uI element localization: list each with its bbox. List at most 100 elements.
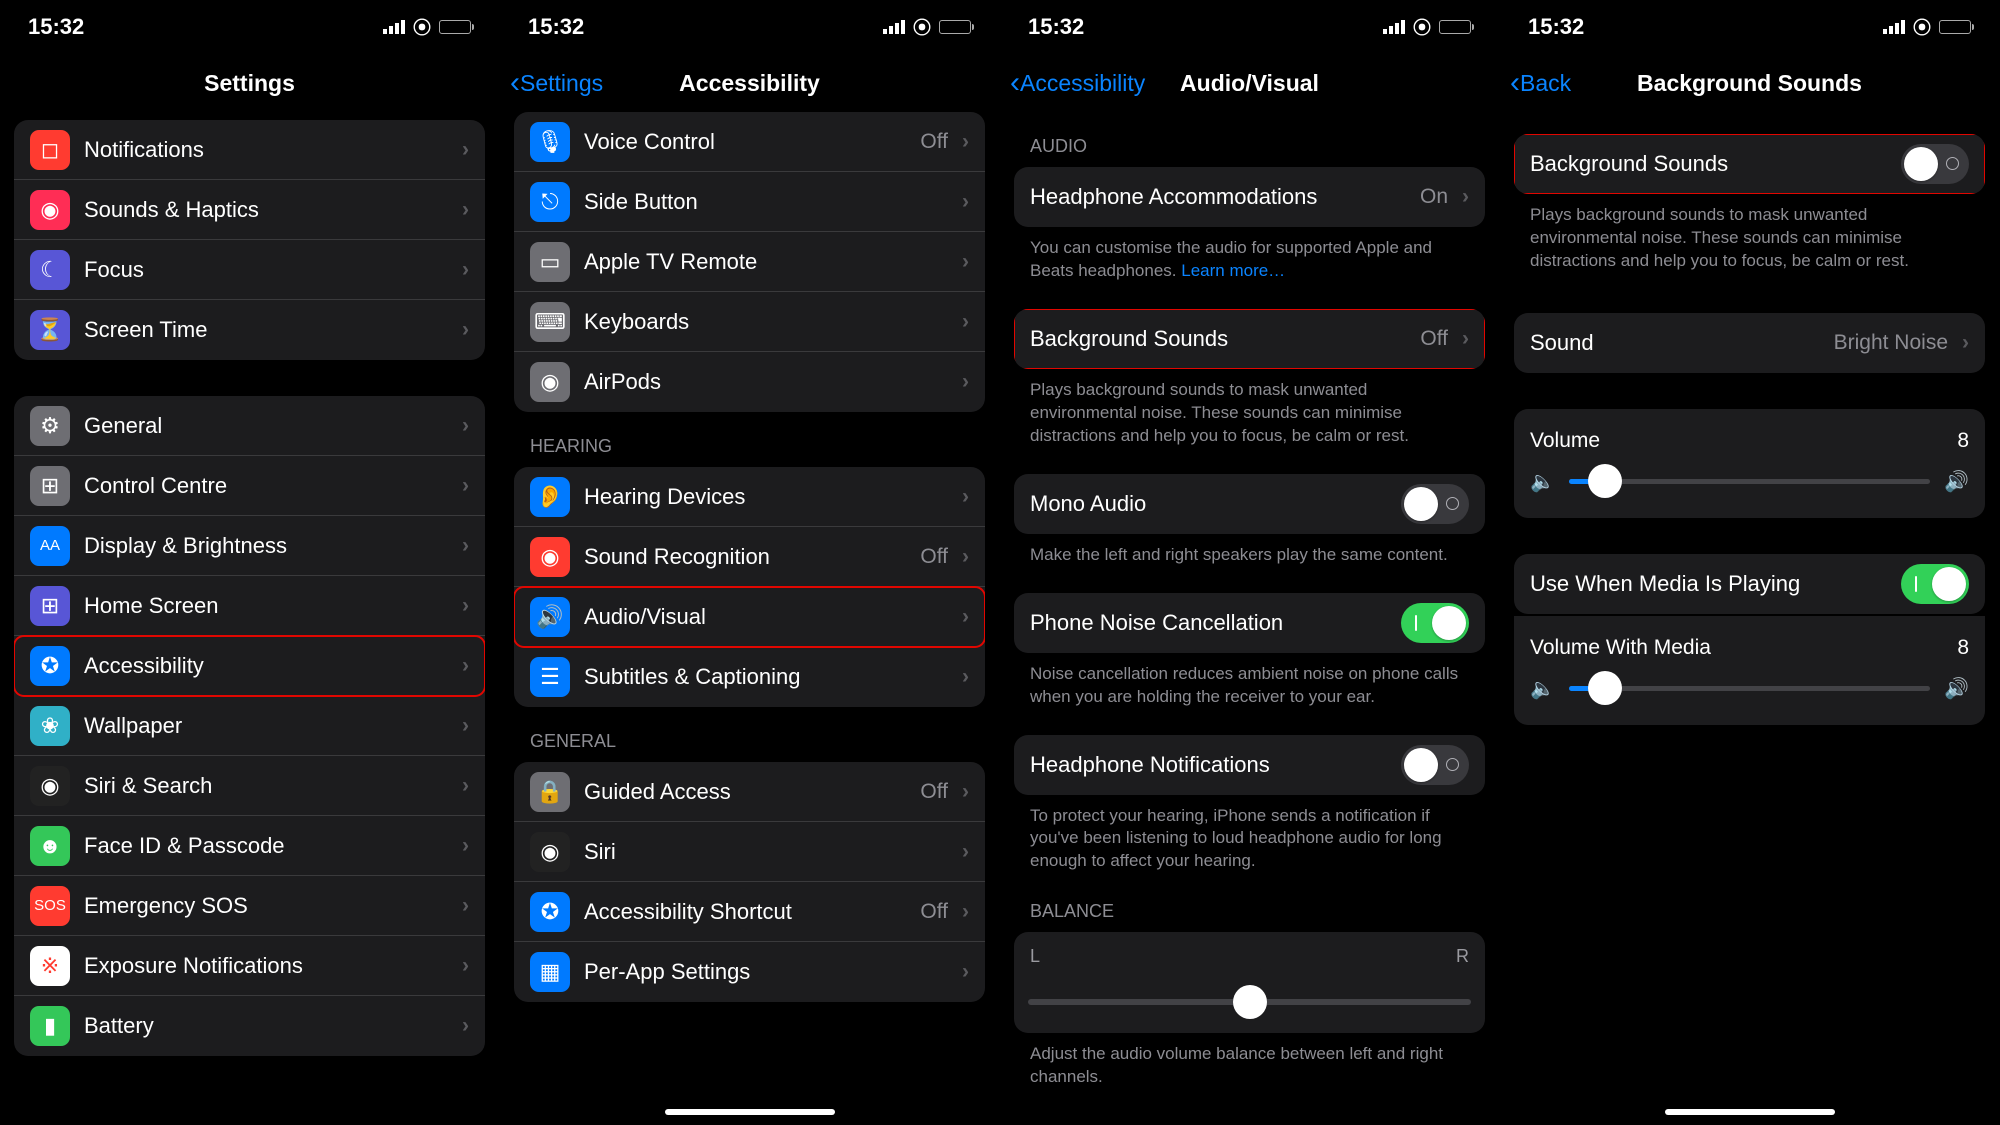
chevron-right-icon: › (962, 665, 969, 689)
status-bar: 15:32 ⦿ (0, 0, 499, 54)
battery-icon: ▮ (30, 1006, 70, 1046)
balance-slider[interactable] (1028, 999, 1471, 1005)
row-emergency-sos[interactable]: SOSEmergency SOS› (14, 876, 485, 936)
row-label: Phone Noise Cancellation (1030, 610, 1387, 636)
back-button[interactable]: ‹Back (1510, 54, 1571, 112)
screen-background-sounds: 15:32 ⦿ ‹Back Background Sounds Backgrou… (1500, 0, 2000, 1125)
row-headphone-notifications[interactable]: Headphone Notifications (1014, 735, 1485, 795)
row-screen-time[interactable]: ⏳Screen Time› (14, 300, 485, 360)
row-battery[interactable]: ▮ Battery › (14, 996, 485, 1056)
row-label: Accessibility Shortcut (584, 899, 906, 925)
row-background-sounds-toggle[interactable]: Background Sounds (1514, 134, 1985, 194)
row-per-app[interactable]: ▦Per-App Settings› (514, 942, 985, 1002)
home-indicator[interactable] (665, 1109, 835, 1115)
chevron-right-icon: › (962, 605, 969, 629)
volume-media-slider[interactable] (1569, 686, 1930, 691)
toggle-use-when-media[interactable] (1901, 564, 1969, 604)
learn-more-link[interactable]: Learn more… (1181, 261, 1285, 280)
row-sound[interactable]: Sound Bright Noise › (1514, 313, 1985, 373)
row-label: Sounds & Haptics (84, 197, 448, 223)
row-general[interactable]: ⚙General› (14, 396, 485, 456)
toggle-background-sounds[interactable] (1901, 144, 1969, 184)
row-control-centre[interactable]: ⊞Control Centre› (14, 456, 485, 516)
row-subtitles[interactable]: ☰ Subtitles & Captioning › (514, 647, 985, 707)
row-voice-control[interactable]: 🎙Voice ControlOff› (514, 112, 985, 172)
row-siri[interactable]: ◉Siri› (514, 822, 985, 882)
back-button[interactable]: ‹Accessibility (1010, 54, 1145, 112)
row-accessibility[interactable]: ✪Accessibility› (14, 636, 485, 696)
shortcut-icon: ✪ (530, 892, 570, 932)
row-phone-noise-cancellation[interactable]: Phone Noise Cancellation (1014, 593, 1485, 653)
notifications-icon: ◻ (30, 130, 70, 170)
subtitles-icon: ☰ (530, 657, 570, 697)
row-siri-search[interactable]: ◉Siri & Search› (14, 756, 485, 816)
back-button[interactable]: ‹Settings (510, 54, 603, 112)
per-app-icon: ▦ (530, 952, 570, 992)
row-label: Guided Access (584, 779, 906, 805)
row-apple-tv-remote[interactable]: ▭Apple TV Remote› (514, 232, 985, 292)
row-airpods[interactable]: ◉AirPods› (514, 352, 985, 412)
chevron-right-icon: › (462, 1014, 469, 1038)
row-shortcut[interactable]: ✪Accessibility ShortcutOff› (514, 882, 985, 942)
chevron-right-icon: › (962, 780, 969, 804)
row-label: Background Sounds (1030, 326, 1406, 352)
siri-icon: ◉ (530, 832, 570, 872)
status-bar: 15:32 ⦿ (1000, 0, 1499, 54)
volume-slider[interactable] (1569, 479, 1930, 484)
toggle-headphone-notifications[interactable] (1401, 745, 1469, 785)
row-label: Mono Audio (1030, 491, 1387, 517)
sound-recognition-icon: ◉ (530, 537, 570, 577)
row-label: Screen Time (84, 317, 448, 343)
sounds-haptics-icon: ◉ (30, 190, 70, 230)
toggle-noise-cancellation[interactable] (1401, 603, 1469, 643)
row-mono-audio[interactable]: Mono Audio (1014, 474, 1485, 534)
chevron-right-icon: › (462, 594, 469, 618)
row-hearing-devices[interactable]: 👂Hearing Devices› (514, 467, 985, 527)
row-value: Bright Noise (1834, 331, 1948, 355)
chevron-right-icon: › (962, 900, 969, 924)
row-label: Notifications (84, 137, 448, 163)
row-display-brightness[interactable]: AADisplay & Brightness› (14, 516, 485, 576)
control-centre-icon: ⊞ (30, 466, 70, 506)
chevron-right-icon: › (962, 545, 969, 569)
chevron-right-icon: › (962, 310, 969, 334)
caption: Make the left and right speakers play th… (1014, 534, 1485, 571)
chevron-right-icon: › (462, 138, 469, 162)
row-exposure[interactable]: ※Exposure Notifications› (14, 936, 485, 996)
volume-block: Volume 8 🔈 🔊 (1514, 409, 1985, 518)
speaker-min-icon: 🔈 (1530, 676, 1555, 701)
row-notifications[interactable]: ◻ Notifications › (14, 120, 485, 180)
clock: 15:32 (1028, 14, 1084, 40)
status-icons: ⦿ (1383, 14, 1471, 40)
chevron-right-icon: › (462, 534, 469, 558)
home-indicator[interactable] (1665, 1109, 1835, 1115)
row-wallpaper[interactable]: ❀Wallpaper› (14, 696, 485, 756)
row-home-screen[interactable]: ⊞Home Screen› (14, 576, 485, 636)
row-background-sounds[interactable]: Background Sounds Off › (1014, 309, 1485, 369)
row-headphone-accommodations[interactable]: Headphone Accommodations On › (1014, 167, 1485, 227)
row-label: Battery (84, 1013, 448, 1039)
clock: 15:32 (28, 14, 84, 40)
row-use-when-media-playing[interactable]: Use When Media Is Playing (1514, 554, 1985, 614)
speaker-min-icon: 🔈 (1530, 469, 1555, 494)
row-sound-recognition[interactable]: ◉Sound RecognitionOff› (514, 527, 985, 587)
row-label: Subtitles & Captioning (584, 664, 948, 690)
battery-icon (939, 20, 971, 34)
row-guided-access[interactable]: 🔒Guided AccessOff› (514, 762, 985, 822)
row-face-id[interactable]: ☻Face ID & Passcode› (14, 816, 485, 876)
row-value: Off (920, 130, 948, 154)
toggle-mono-audio[interactable] (1401, 484, 1469, 524)
row-focus[interactable]: ☾Focus› (14, 240, 485, 300)
emergency-sos-icon: SOS (30, 886, 70, 926)
row-sounds-haptics[interactable]: ◉Sounds & Haptics› (14, 180, 485, 240)
wifi-icon: ⦿ (1913, 14, 1931, 40)
row-side-button[interactable]: ⎋Side Button› (514, 172, 985, 232)
row-audio-visual[interactable]: 🔊Audio/Visual› (514, 587, 985, 647)
row-label: Focus (84, 257, 448, 283)
chevron-right-icon: › (462, 774, 469, 798)
row-label: Wallpaper (84, 713, 448, 739)
row-label: Exposure Notifications (84, 953, 448, 979)
nav: ‹Accessibility Audio/Visual (1000, 54, 1499, 112)
chevron-right-icon: › (962, 250, 969, 274)
row-keyboards[interactable]: ⌨Keyboards› (514, 292, 985, 352)
